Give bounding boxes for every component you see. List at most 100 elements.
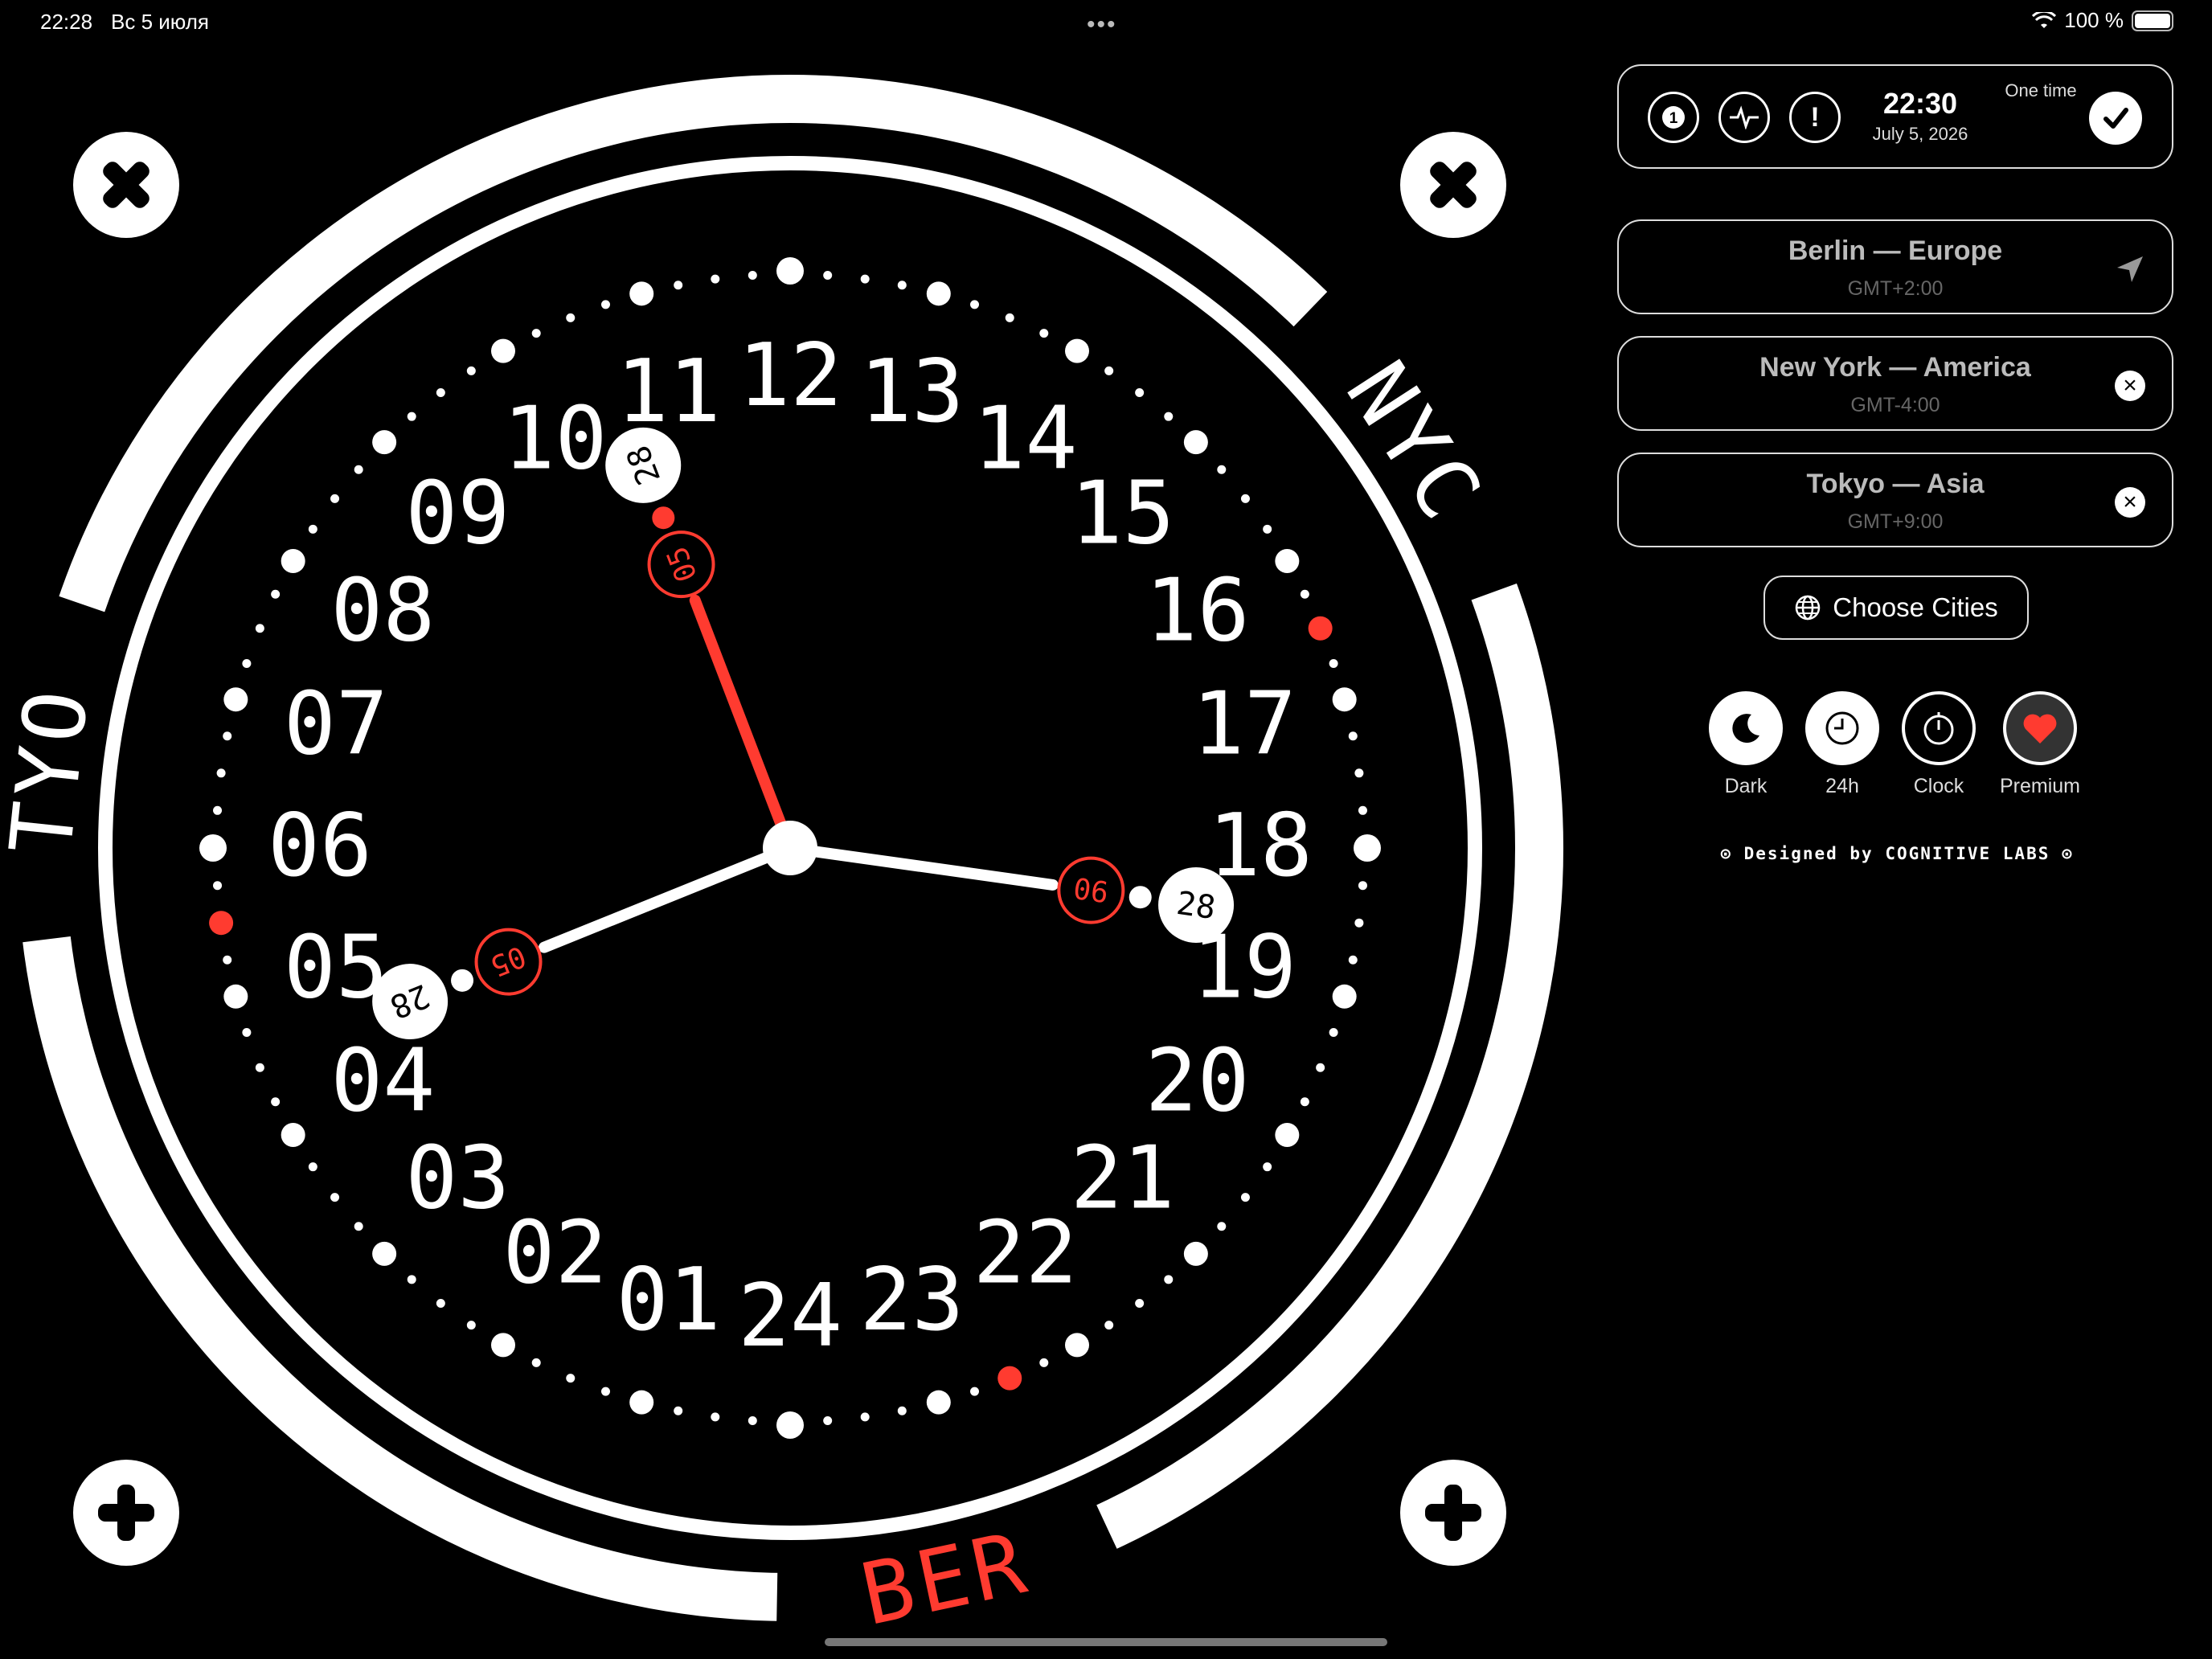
home-indicator[interactable] (825, 1638, 1387, 1646)
dial-tick (1135, 1298, 1145, 1308)
dial-tick (255, 1063, 264, 1072)
dial-tick (970, 1387, 980, 1396)
dial-tick (271, 589, 281, 599)
choose-cities-button[interactable]: Choose Cities (1763, 576, 2029, 640)
24h-mode-button[interactable]: 24h (1805, 691, 1879, 798)
remove-city-button[interactable]: × (2114, 370, 2146, 402)
city-timezone: GMT-4:00 (1850, 394, 1940, 416)
dial-tick (1065, 1333, 1089, 1358)
designed-by-credit: ⊙ Designed by COGNITIVE LABS ⊙ (1720, 844, 2074, 863)
dial-tick (1354, 918, 1364, 928)
city-name: New York — America (1759, 352, 2031, 383)
hour-number: 22 (973, 1203, 1077, 1304)
dial-tick (629, 1390, 654, 1415)
dial-tick (213, 805, 223, 815)
dial-tick (213, 881, 223, 891)
city-timezone: GMT+2:00 (1847, 277, 1944, 300)
dial-tick (281, 549, 305, 573)
alarm-time[interactable]: 22:30 (1860, 87, 1981, 121)
dial-tick (531, 1358, 541, 1367)
dial-tick (1183, 1241, 1208, 1266)
dial-tick (897, 1406, 907, 1415)
red-marker-dot (997, 1366, 1022, 1391)
dial-tick (1217, 1222, 1227, 1231)
dial-tick (823, 271, 833, 281)
clock-mode-button[interactable]: Clock (1902, 691, 1976, 798)
dial-tick (860, 274, 870, 284)
city-name: Berlin — Europe (1788, 236, 2003, 266)
dial-tick (711, 274, 720, 284)
confirm-check-button[interactable] (2089, 92, 2142, 145)
dial-tick (372, 430, 397, 455)
hour-number: 01 (616, 1250, 721, 1350)
day-label: 28 (1174, 885, 1218, 927)
dial-tick (1332, 687, 1357, 712)
one-icon[interactable]: 1 (1648, 92, 1699, 143)
alarm-date: July 5, 2026 (1872, 124, 1968, 144)
clock-face-icon (1805, 691, 1879, 765)
dial-tick (1263, 1162, 1272, 1172)
dial-tick (216, 768, 226, 778)
globe-icon (1796, 595, 1821, 621)
dial-tick (1329, 658, 1338, 668)
dial-tick (1005, 313, 1014, 322)
dial-tick (823, 1415, 833, 1425)
hour-number: 17 (1192, 674, 1296, 775)
dial-tick (1348, 955, 1358, 965)
dial-tick (199, 834, 227, 862)
dark-mode-button[interactable]: Dark (1709, 691, 1783, 798)
dial-tick (1240, 1193, 1250, 1202)
red-marker-dot (209, 911, 234, 936)
premium-button[interactable]: Premium (2000, 691, 2080, 798)
location-icon[interactable] (2114, 253, 2146, 285)
dial-tick (308, 1162, 317, 1172)
screw-top-right-icon (1400, 132, 1506, 238)
city-row-berlin[interactable]: Berlin — Europe GMT+2:00 (1617, 219, 2173, 314)
choose-cities-label: Choose Cities (1833, 592, 1998, 622)
hour-number: 14 (973, 388, 1077, 489)
remove-icon: × (2115, 487, 2145, 518)
dial-tick (897, 281, 907, 290)
hand-dot (652, 506, 675, 530)
hour-number: 04 (330, 1031, 435, 1132)
city-row-tokyo[interactable]: Tokyo — Asia GMT+9:00 × (1617, 453, 2173, 547)
remove-city-button[interactable]: × (2114, 486, 2146, 518)
alert-icon[interactable]: ! (1789, 92, 1841, 143)
hour-number: 11 (616, 342, 721, 442)
dial-tick (970, 300, 980, 309)
world-clock-dial[interactable]: NYCTYOBER 2401020304050607080910 11 12 13 14… (0, 0, 1591, 1659)
dial-tick (1065, 338, 1089, 363)
battery-percent: 100 % (2064, 8, 2124, 32)
heart-icon (2003, 691, 2077, 765)
dial-tick (242, 658, 252, 668)
wifi-icon (2032, 11, 2057, 28)
dial-tick (354, 465, 363, 474)
dial-tick (1332, 984, 1357, 1009)
city-timezone: GMT+9:00 (1847, 510, 1944, 533)
dial-tick (223, 687, 248, 712)
dial-tick (1354, 834, 1381, 862)
dial-tick (491, 1333, 515, 1358)
dial-tick (255, 624, 264, 633)
dial-tick (308, 524, 317, 534)
hour-number: 15 (1071, 463, 1175, 563)
city-row-new-york[interactable]: New York — America GMT-4:00 × (1617, 336, 2173, 431)
battery-icon (2132, 10, 2173, 31)
red-marker-dot (1308, 616, 1333, 641)
dial-tick (1316, 1063, 1325, 1072)
dial-tick (466, 366, 476, 375)
dial-tick (1240, 494, 1250, 503)
hour-number: 08 (330, 561, 435, 662)
dial-tick (674, 1406, 683, 1415)
stopwatch-icon (1902, 691, 1976, 765)
dial-tick (1039, 1358, 1049, 1367)
dial-tick (1164, 412, 1174, 421)
dial-tick (491, 338, 515, 363)
hour-number: 02 (502, 1203, 607, 1304)
dial-tick (330, 1193, 340, 1202)
dial-tick (1354, 768, 1364, 778)
hour-number: 12 (738, 326, 842, 426)
pulse-icon[interactable] (1718, 92, 1770, 143)
dial-tick (776, 257, 804, 285)
alarm-mode[interactable]: One time (1997, 80, 2085, 101)
